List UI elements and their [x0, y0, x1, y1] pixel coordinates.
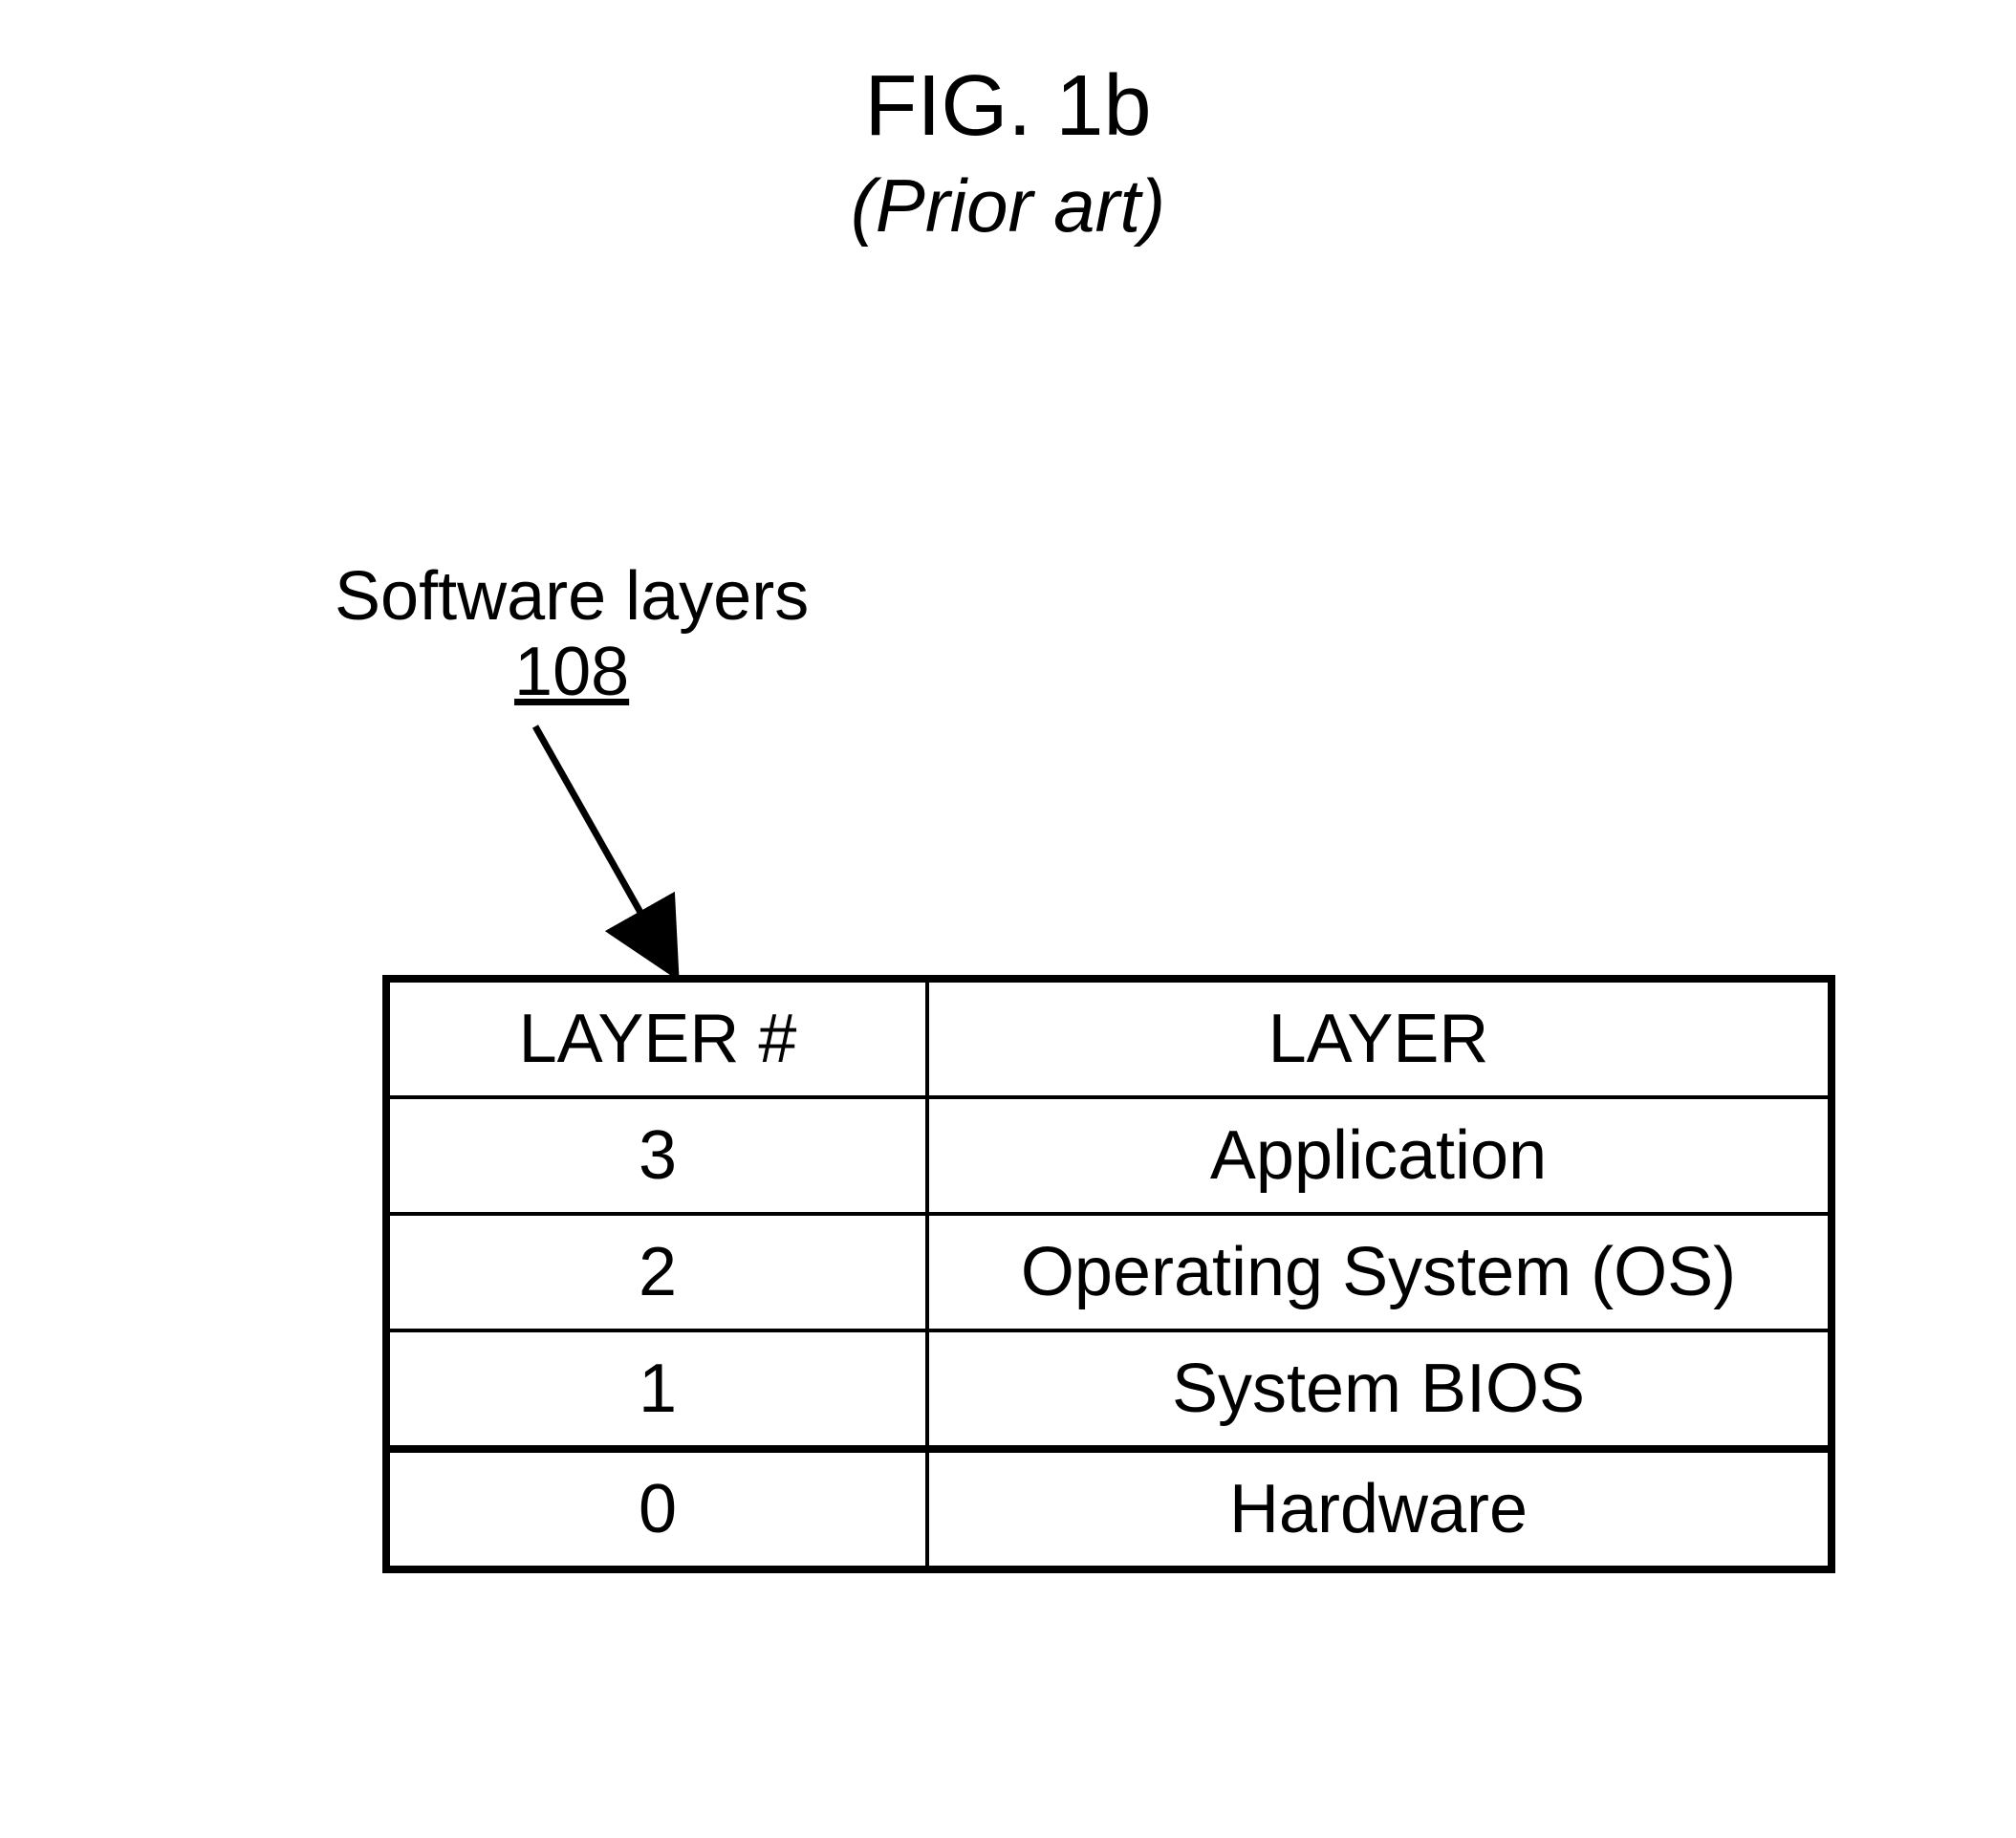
table-row: 3 Application: [386, 1097, 1832, 1214]
cell-layer-num: 1: [386, 1330, 927, 1449]
table-row: 2 Operating System (OS): [386, 1214, 1832, 1330]
header-layer-name: LAYER: [927, 979, 1832, 1097]
table-header-row: LAYER # LAYER: [386, 979, 1832, 1097]
annotation-text: Software layers: [335, 559, 809, 635]
software-layers-table: LAYER # LAYER 3 Application 2 Operating …: [382, 975, 1835, 1573]
cell-layer-name: Operating System (OS): [927, 1214, 1832, 1330]
cell-layer-num: 2: [386, 1214, 927, 1330]
cell-layer-num: 0: [386, 1449, 927, 1569]
table-row: 0 Hardware: [386, 1449, 1832, 1569]
header-layer-num: LAYER #: [386, 979, 927, 1097]
cell-layer-name: Application: [927, 1097, 1832, 1214]
table-row: 1 System BIOS: [386, 1330, 1832, 1449]
arrow-icon: [516, 707, 707, 975]
cell-layer-num: 3: [386, 1097, 927, 1214]
annotation-label-group: Software layers 108: [335, 559, 809, 710]
cell-layer-name: Hardware: [927, 1449, 1832, 1569]
figure-title: FIG. 1b: [0, 57, 2016, 156]
figure-subtitle: (Prior art): [0, 162, 2016, 249]
annotation-ref: 108: [335, 635, 809, 710]
cell-layer-name: System BIOS: [927, 1330, 1832, 1449]
